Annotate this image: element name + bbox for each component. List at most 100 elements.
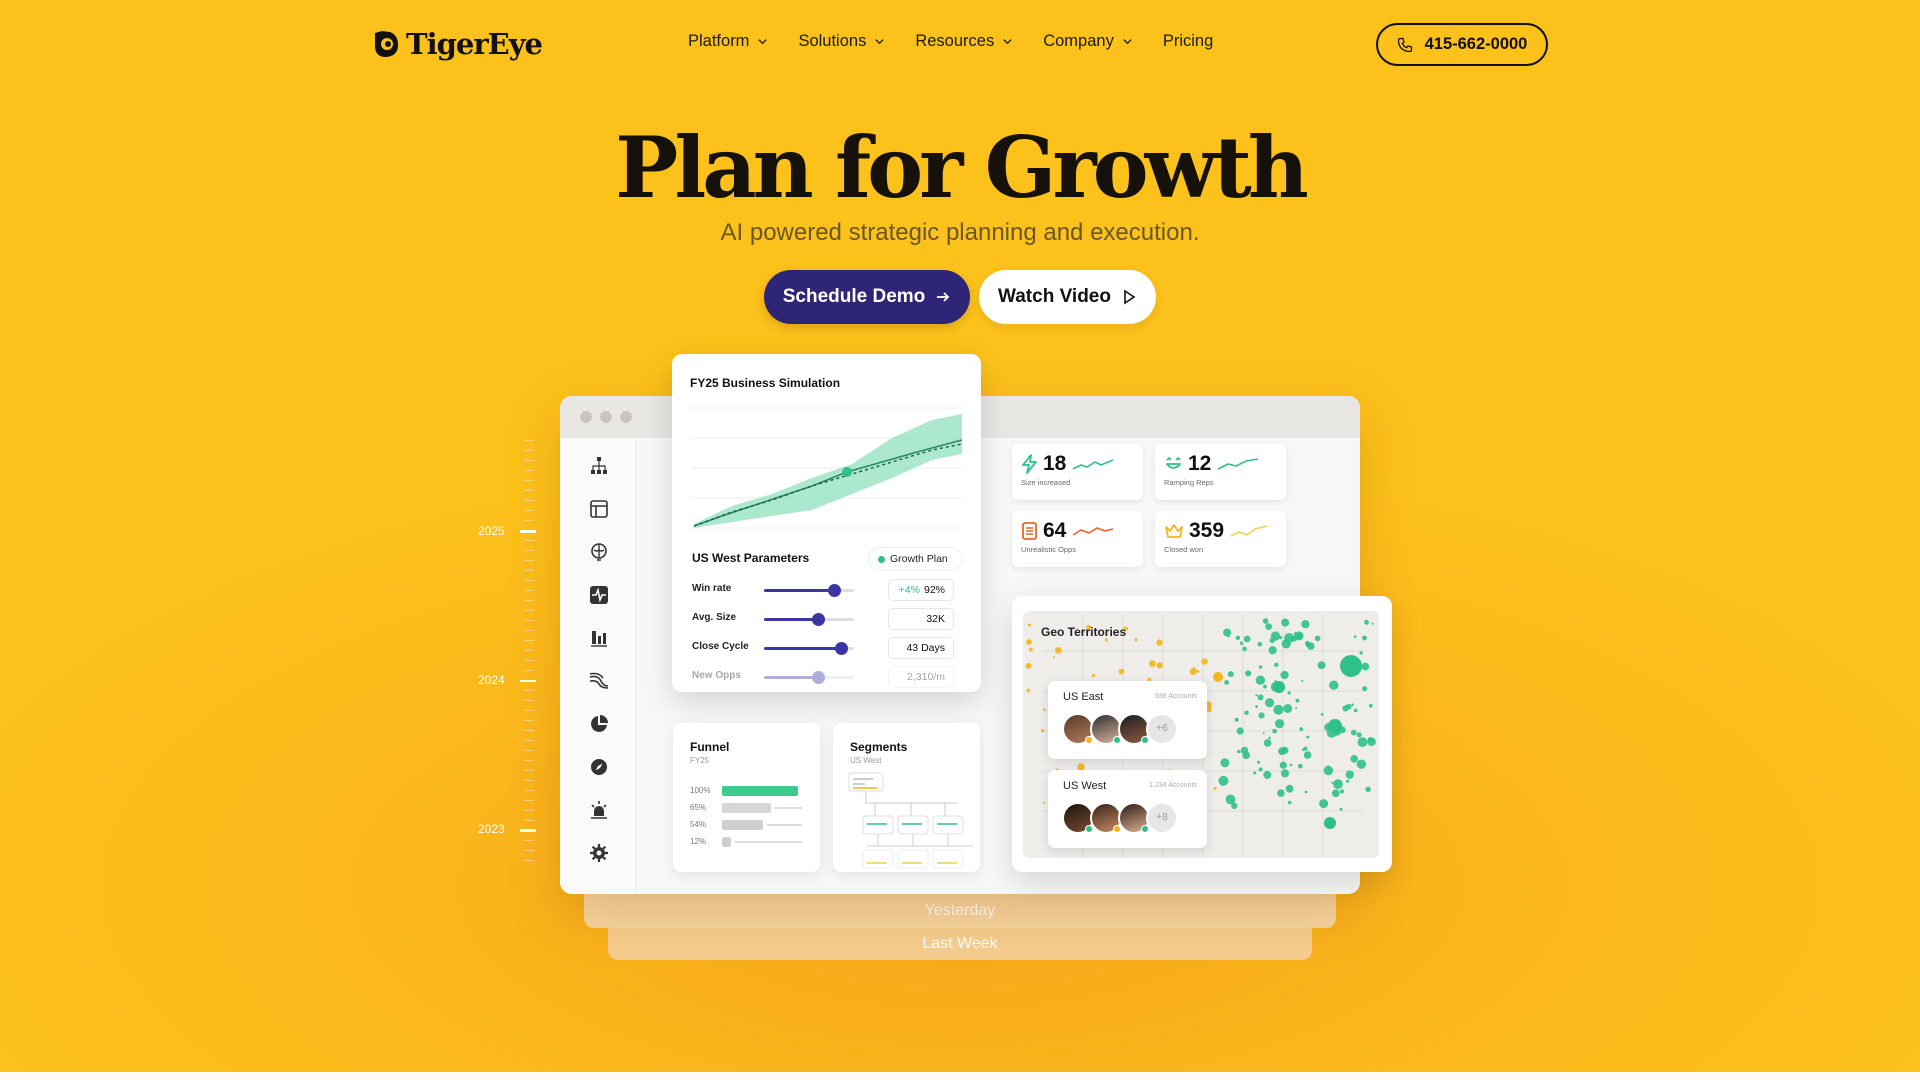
chevron-down-icon [758,39,768,45]
account-dot [1287,800,1292,805]
lightning-icon [1022,454,1037,474]
account-dot [1278,747,1286,756]
settings-gear-icon[interactable] [589,843,609,863]
region-card-us-east[interactable]: US East 938 Accounts +6 [1048,681,1207,759]
business-simulation-card[interactable]: FY25 Business Simulation US West Paramet… [672,354,981,692]
account-dot [1317,661,1326,670]
account-dot [1242,646,1247,652]
account-dot [1265,623,1272,630]
slider-knob[interactable] [812,613,825,626]
stat-card[interactable]: 12 Ramping Reps [1155,444,1286,500]
segments-card[interactable]: Segments US West [833,723,980,872]
account-dot [1255,675,1266,685]
param-row[interactable]: Avg. Size 32K [692,608,972,630]
nav-platform[interactable]: Platform [688,32,768,51]
bar-chart-icon[interactable] [589,628,609,648]
stat-card[interactable]: 359 Closed won [1155,511,1286,567]
chevron-down-icon [1123,39,1132,45]
funnel-row[interactable]: 65% [690,802,810,814]
funnel-bar [722,786,798,796]
window-dot[interactable] [620,411,632,423]
region-card-us-west[interactable]: US West 1,234 Accounts +8 [1048,770,1207,848]
account-dot [1283,704,1293,713]
nav-company[interactable]: Company [1043,32,1133,51]
timeline-tick [524,630,534,631]
slider-knob[interactable] [835,642,849,655]
nav-resources[interactable]: Resources [915,32,1013,51]
funnel-row[interactable]: 12% [690,836,810,848]
param-row[interactable]: New Opps 2,310/m [692,666,972,688]
watch-video-button[interactable]: Watch Video [979,270,1156,324]
timeline-tick [524,470,534,471]
cluster-dot [1340,655,1362,677]
funnel-bar [722,820,763,830]
stat-card[interactable]: 64 Unrealistic Opps [1012,511,1143,567]
region-avatars: +6 [1062,713,1178,745]
timeline-ruler[interactable] [520,440,536,861]
timeline-tick [524,500,534,501]
timeline-year-tick [520,829,536,831]
stat-card[interactable]: 18 Size increased [1012,444,1143,500]
timeline-tick [524,490,534,491]
more-avatars-count[interactable]: +8 [1146,802,1178,834]
flow-icon[interactable] [589,671,609,691]
account-dot [1303,751,1312,759]
param-row[interactable]: Close Cycle 43 Days [692,637,972,659]
schedule-demo-button[interactable]: Schedule Demo [764,270,970,324]
account-dot [1331,781,1334,784]
window-dot[interactable] [580,411,592,423]
slider-knob[interactable] [812,671,825,684]
geo-title: Geo Territories [1041,625,1127,639]
account-dot [1345,770,1354,779]
account-dot [1149,660,1156,668]
funnel-card[interactable]: Funnel FY25 100% 65% 54% 12% [673,723,820,872]
hierarchy-icon[interactable] [589,456,609,476]
activity-icon[interactable] [589,585,609,605]
alert-siren-icon[interactable] [589,800,609,820]
stat-label: Ramping Reps [1164,478,1214,487]
slider-knob[interactable] [828,584,842,597]
account-dot [1258,767,1263,772]
table-icon[interactable] [589,499,609,519]
param-slider[interactable] [764,584,854,597]
param-value-field[interactable]: +4% 92% [888,579,954,601]
nav-label: Pricing [1162,32,1214,50]
account-dot [1243,635,1251,643]
funnel-row[interactable]: 100% [690,785,810,797]
param-row[interactable]: Win rate +4% 92% [692,579,972,601]
pie-chart-icon[interactable] [589,714,609,734]
history-yesterday[interactable]: Yesterday [584,890,1336,928]
growth-plan-legend[interactable]: Growth Plan [868,547,963,571]
funnel-percent: 100% [690,786,711,795]
timeline-tick [524,820,534,821]
account-dot [1040,729,1045,733]
region-accounts: 1,234 Accounts [1149,782,1197,789]
param-slider[interactable] [764,671,854,684]
param-slider[interactable] [764,642,854,655]
account-dot [1218,775,1229,786]
geo-territories-card[interactable]: Geo Territories US East 938 Accounts +6 … [1012,596,1392,872]
phone-number: 415-662-0000 [1424,35,1528,53]
account-dot [1301,679,1304,682]
param-value-field[interactable]: 43 Days [888,637,954,659]
account-dot [1293,632,1297,636]
param-value-field[interactable]: 32K [888,608,954,630]
chevron-down-icon [1003,39,1012,45]
nav-solutions[interactable]: Solutions [798,32,885,51]
account-dot [1287,691,1291,695]
brain-icon[interactable] [589,542,609,562]
account-dot [1263,739,1272,747]
more-avatars-count[interactable]: +6 [1146,713,1178,745]
param-value-field[interactable]: 2,310/m [888,666,954,688]
account-dot [1227,671,1234,678]
window-dot[interactable] [600,411,612,423]
funnel-row[interactable]: 54% [690,819,810,831]
nav-pricing[interactable]: Pricing [1163,32,1213,51]
history-last-week[interactable]: Last Week [608,924,1312,960]
phone-button[interactable]: 415-662-0000 [1376,23,1548,66]
compass-icon[interactable] [589,757,609,777]
brand-logo[interactable]: TigerEye [372,24,543,64]
param-value: 32K [926,613,945,625]
param-slider[interactable] [764,613,854,626]
main-nav: Platform Solutions Resources Company Pri… [688,32,1213,51]
